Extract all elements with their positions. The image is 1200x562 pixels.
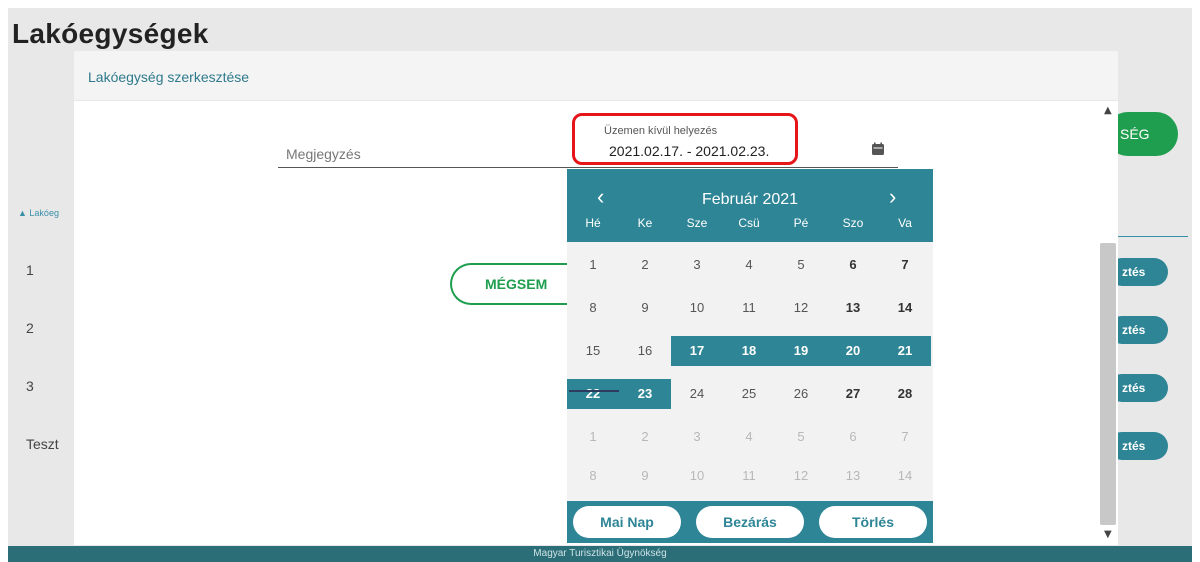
scroll-up-arrow-icon[interactable]: ▲ xyxy=(1104,105,1112,116)
weekday-label: Pé xyxy=(793,216,809,230)
calendar-day[interactable]: 25 xyxy=(723,379,775,409)
weekday-label: Szo xyxy=(842,216,864,230)
table-row-id: 1 xyxy=(26,262,34,278)
close-button[interactable]: Bezárás xyxy=(696,506,804,538)
calendar-day-selected[interactable]: 21 xyxy=(879,336,931,366)
calendar-day[interactable]: 9 xyxy=(619,461,671,491)
calendar-day[interactable]: 14 xyxy=(879,293,931,323)
calendar-day[interactable]: 5 xyxy=(775,250,827,280)
calendar-day[interactable]: 9 xyxy=(619,293,671,323)
table-row-id: 3 xyxy=(26,378,34,394)
note-input-underline xyxy=(278,167,640,168)
calendar-day[interactable]: 14 xyxy=(879,461,931,491)
calendar-day[interactable]: 4 xyxy=(723,422,775,452)
weekday-label: Sze xyxy=(686,216,708,230)
date-picker-popup: ‹ Február 2021 › Hé Ke Sze Csü Pé Szo Va… xyxy=(567,169,933,543)
calendar-day[interactable]: 13 xyxy=(827,293,879,323)
calendar-day[interactable]: 2 xyxy=(619,422,671,452)
table-row-id: 2 xyxy=(26,320,34,336)
calendar-day[interactable]: 11 xyxy=(723,461,775,491)
calendar-day[interactable]: 3 xyxy=(671,250,723,280)
calendar-day[interactable]: 11 xyxy=(723,293,775,323)
today-button[interactable]: Mai Nap xyxy=(573,506,681,538)
highlight-annotation xyxy=(572,113,798,165)
calendar-day[interactable]: 7 xyxy=(879,250,931,280)
page-footer: Magyar Turisztikai Ügynökség xyxy=(8,546,1192,562)
column-header-label: Lakóeg xyxy=(29,208,59,218)
calendar-day[interactable]: 13 xyxy=(827,461,879,491)
table-column-header[interactable]: ▲ Lakóeg xyxy=(18,208,59,218)
calendar-day[interactable]: 4 xyxy=(723,250,775,280)
calendar-day[interactable]: 6 xyxy=(827,250,879,280)
calendar-day[interactable]: 5 xyxy=(775,422,827,452)
calendar-icon[interactable] xyxy=(871,142,885,156)
calendar-day[interactable]: 12 xyxy=(775,461,827,491)
weekday-label: Va xyxy=(898,216,912,230)
note-input[interactable]: Megjegyzés xyxy=(286,146,361,162)
next-month-chevron-icon[interactable]: › xyxy=(889,184,896,210)
table-row-id: Teszt xyxy=(26,436,59,452)
calendar-day-selected[interactable]: 20 xyxy=(827,336,879,366)
calendar-day[interactable]: 26 xyxy=(775,379,827,409)
calendar-day[interactable]: 12 xyxy=(775,293,827,323)
weekday-label: Hé xyxy=(585,216,601,230)
calendar-day[interactable]: 8 xyxy=(567,461,619,491)
scrollbar-thumb[interactable] xyxy=(1100,243,1116,525)
calendar-day-selected[interactable]: 22 xyxy=(567,379,619,409)
calendar-day[interactable]: 28 xyxy=(879,379,931,409)
page-title: Lakóegységek xyxy=(12,18,209,49)
modal-title: Lakóegység szerkesztése xyxy=(88,69,250,85)
weekday-label: Ke xyxy=(637,216,653,230)
date-input-underline xyxy=(602,167,898,168)
modal-header: Lakóegység szerkesztése xyxy=(74,51,1118,101)
calendar-day-selected[interactable]: 23 xyxy=(619,379,671,409)
cancel-button[interactable]: MÉGSEM xyxy=(450,263,570,305)
calendar-day[interactable]: 24 xyxy=(671,379,723,409)
scroll-down-arrow-icon[interactable]: ▼ xyxy=(1104,529,1112,540)
today-indicator xyxy=(569,390,619,392)
calendar-day[interactable]: 2 xyxy=(619,250,671,280)
calendar-day[interactable]: 1 xyxy=(567,422,619,452)
weekday-label: Csü xyxy=(738,216,760,230)
calendar-day[interactable]: 1 xyxy=(567,250,619,280)
calendar-day[interactable]: 6 xyxy=(827,422,879,452)
calendar-day-selected[interactable]: 18 xyxy=(723,336,775,366)
calendar-day-selected[interactable]: 17 xyxy=(671,336,723,366)
calendar-day[interactable]: 15 xyxy=(567,336,619,366)
table-header-divider xyxy=(1108,236,1188,237)
calendar-day[interactable]: 7 xyxy=(879,422,931,452)
calendar-day[interactable]: 10 xyxy=(671,293,723,323)
clear-button[interactable]: Törlés xyxy=(819,506,927,538)
calendar-day[interactable]: 16 xyxy=(619,336,671,366)
calendar-day[interactable]: 8 xyxy=(567,293,619,323)
calendar-day[interactable]: 3 xyxy=(671,422,723,452)
month-year-label[interactable]: Február 2021 xyxy=(567,191,933,209)
date-picker-header: ‹ Február 2021 › Hé Ke Sze Csü Pé Szo Va xyxy=(567,169,933,242)
calendar-day-selected[interactable]: 19 xyxy=(775,336,827,366)
calendar-day[interactable]: 10 xyxy=(671,461,723,491)
edit-unit-modal: Lakóegység szerkesztése ▲ ▼ Megjegyzés Ü… xyxy=(74,51,1118,545)
calendar-day[interactable]: 27 xyxy=(827,379,879,409)
